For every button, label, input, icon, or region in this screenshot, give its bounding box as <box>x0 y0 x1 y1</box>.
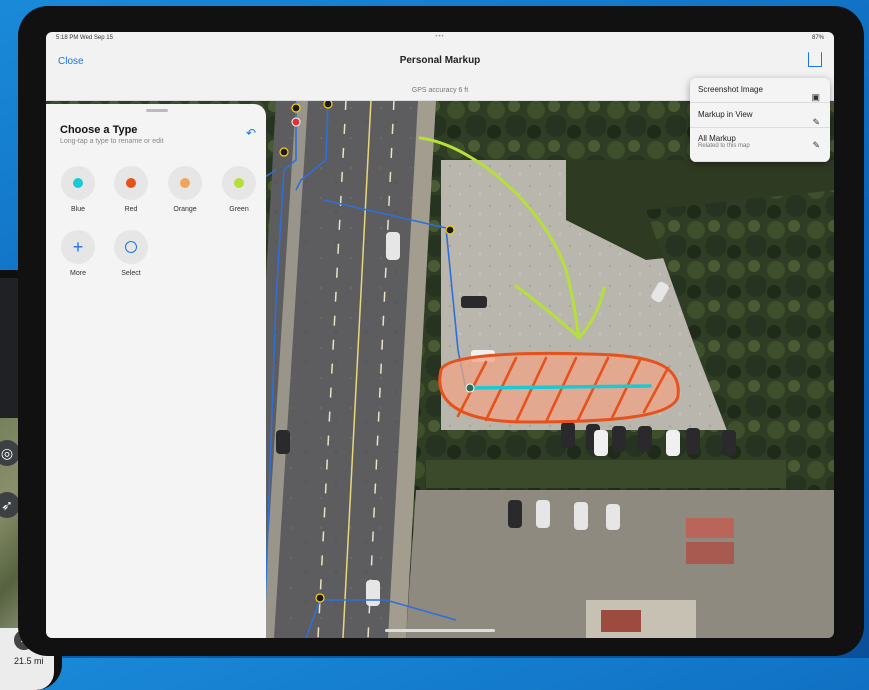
panel-drag-handle[interactable] <box>146 109 168 112</box>
page-title: Personal Markup <box>399 55 481 66</box>
select-circle-icon <box>125 241 137 253</box>
panel-title: Choose a Type <box>60 124 138 136</box>
home-indicator[interactable] <box>385 629 495 632</box>
undo-icon[interactable]: ↶ <box>246 126 256 140</box>
menu-item-all-markup[interactable]: All Markup Related to this map ✎ <box>690 128 830 162</box>
more-label: More <box>70 270 86 277</box>
menu-item-sublabel: Related to this map <box>698 143 750 149</box>
blue-color-dot <box>73 178 83 188</box>
type-red-button[interactable] <box>114 166 148 200</box>
type-green-label: Green <box>229 206 249 213</box>
share-menu: Screenshot Image ▣ Markup in View ✎ All … <box>690 78 830 162</box>
menu-item-label: Markup in View <box>698 110 753 119</box>
type-red-label: Red <box>124 206 138 213</box>
panel-subtitle: Long-tap a type to rename or edit <box>60 138 164 145</box>
tablet-screen: 5:18 PM Wed Sep 15 ••• 87% Close Persona… <box>46 32 834 638</box>
choose-type-panel: Choose a Type Long-tap a type to rename … <box>46 104 266 638</box>
battery-indicator: 87% <box>811 35 824 41</box>
green-color-dot <box>234 178 244 188</box>
tablet-frame: 5:18 PM Wed Sep 15 ••• 87% Close Persona… <box>18 6 864 656</box>
menu-item-screenshot-image[interactable]: Screenshot Image ▣ <box>690 78 830 103</box>
plus-icon: + <box>72 236 84 257</box>
red-color-dot <box>126 178 136 188</box>
select-button[interactable] <box>114 230 148 264</box>
gps-accuracy-text: GPS accuracy 6 ft <box>411 87 469 94</box>
status-time: 5:18 PM Wed Sep 15 <box>56 35 113 41</box>
share-icon[interactable] <box>808 52 822 67</box>
menu-item-label: All Markup <box>698 134 736 143</box>
select-label: Select <box>121 270 141 277</box>
type-green-button[interactable] <box>222 166 256 200</box>
menu-item-label: Screenshot Image <box>698 85 763 94</box>
locate-icon[interactable]: ◎ <box>0 440 20 466</box>
orange-color-dot <box>180 178 190 188</box>
type-orange-button[interactable] <box>168 166 202 200</box>
multitask-dots-icon[interactable]: ••• <box>435 34 444 40</box>
type-blue-label: Blue <box>70 206 85 213</box>
menu-item-markup-in-view[interactable]: Markup in View ✎ <box>690 103 830 128</box>
type-orange-label: Orange <box>173 206 197 213</box>
compass-icon[interactable]: ➶ <box>0 492 20 518</box>
pencil-icon: ✎ <box>812 140 820 150</box>
status-bar: 5:18 PM Wed Sep 15 ••• 87% <box>46 32 834 46</box>
more-types-button[interactable]: + <box>61 230 95 264</box>
type-blue-button[interactable] <box>61 166 95 200</box>
